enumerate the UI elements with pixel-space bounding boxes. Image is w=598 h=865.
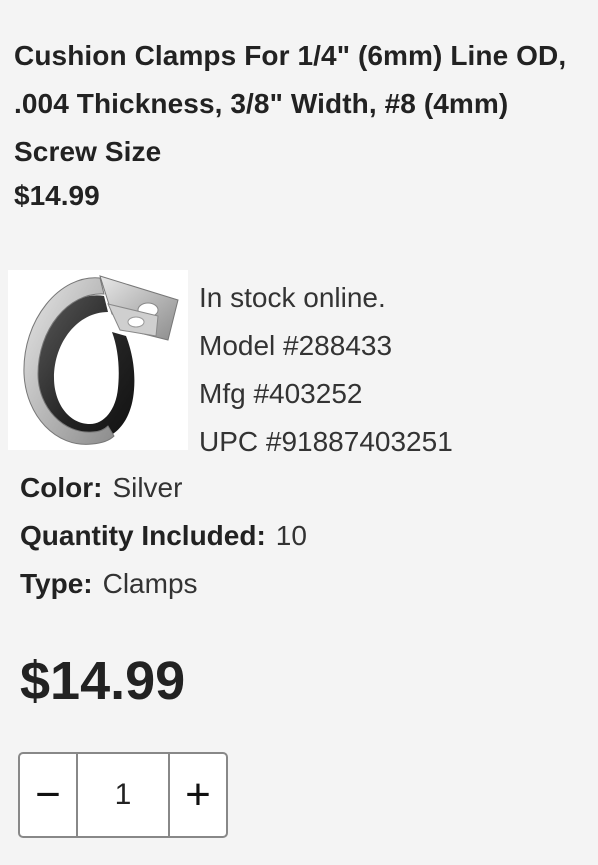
purchase-price: $14.99 bbox=[20, 651, 186, 711]
upc-number: UPC #91887403251 bbox=[199, 426, 453, 457]
mfg-number: Mfg #403252 bbox=[199, 378, 363, 409]
spec-value: Clamps bbox=[102, 568, 198, 599]
decrease-quantity-button[interactable]: − bbox=[20, 754, 78, 836]
product-page: Cushion Clamps For 1/4" (6mm) Line OD, .… bbox=[0, 0, 598, 865]
cushion-clamp-image bbox=[23, 275, 179, 445]
product-title: Cushion Clamps For 1/4" (6mm) Line OD, .… bbox=[14, 40, 567, 167]
increase-quantity-button[interactable]: + bbox=[168, 754, 226, 836]
product-image[interactable] bbox=[8, 270, 188, 450]
spec-value: 10 bbox=[275, 520, 307, 551]
quantity-stepper: − + bbox=[18, 752, 228, 838]
spec-list: Color: Silver Quantity Included: 10 Type: C… bbox=[20, 464, 307, 608]
spec-row-color: Color: Silver bbox=[20, 464, 307, 512]
stock-status: In stock online. bbox=[199, 282, 386, 313]
spec-label: Quantity Included: bbox=[20, 520, 266, 551]
product-price: $14.99 bbox=[14, 180, 100, 211]
spec-label: Color: bbox=[20, 472, 103, 503]
model-number: Model #288433 bbox=[199, 330, 393, 361]
spec-label: Type: bbox=[20, 568, 93, 599]
spec-row-quantity: Quantity Included: 10 bbox=[20, 512, 307, 560]
quantity-input[interactable] bbox=[78, 754, 168, 836]
spec-value: Silver bbox=[112, 472, 183, 503]
availability-info: In stock online. Model #288433 Mfg #4032… bbox=[199, 274, 453, 466]
spec-row-type: Type: Clamps bbox=[20, 560, 307, 608]
